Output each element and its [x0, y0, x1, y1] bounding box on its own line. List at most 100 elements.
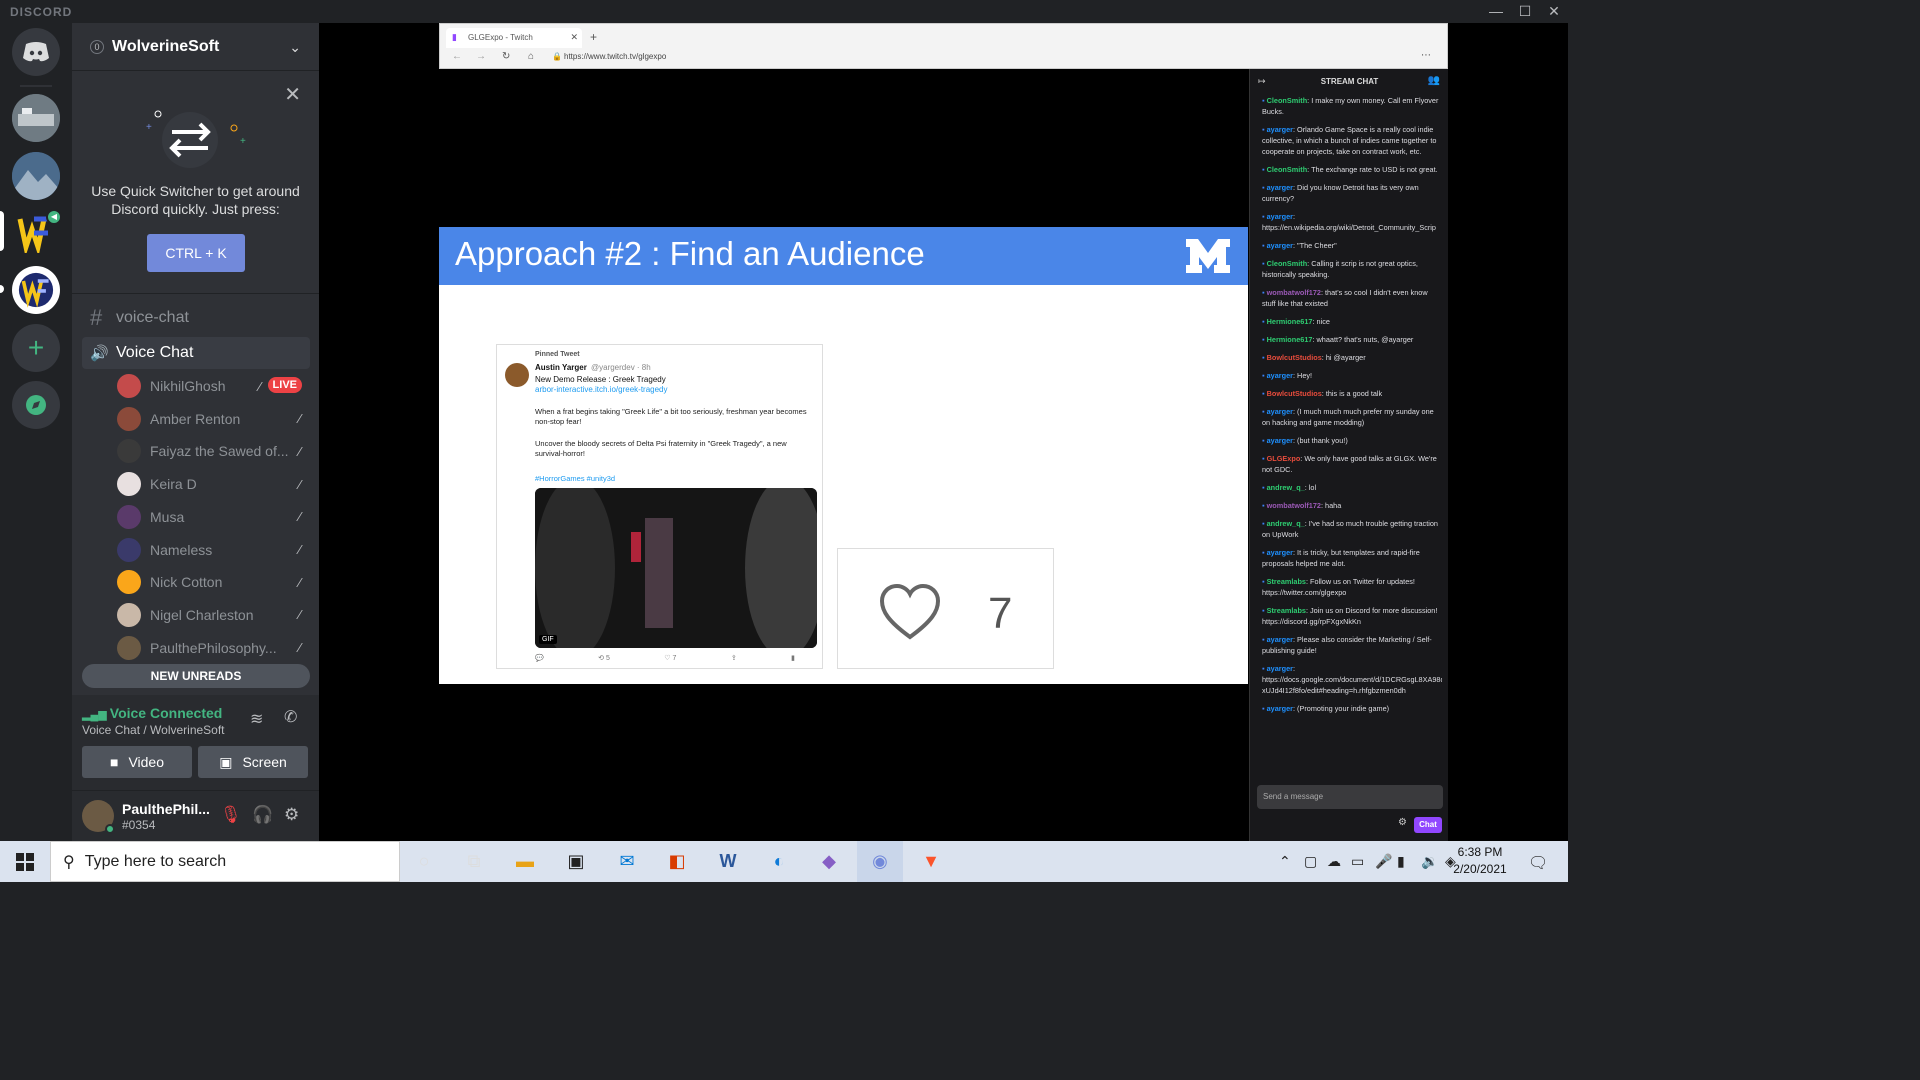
chat-username[interactable]: BowlcutStudios: [1267, 389, 1322, 398]
chat-username[interactable]: CleonSmith: [1267, 259, 1308, 268]
close-window-icon[interactable]: ✕: [1540, 2, 1568, 22]
word-icon[interactable]: W: [705, 841, 751, 882]
chat-username[interactable]: ayarger: [1267, 371, 1293, 380]
voice-user-row[interactable]: Nameless ⁄: [117, 535, 307, 565]
chat-username[interactable]: GLGExpo: [1267, 454, 1301, 463]
chat-username[interactable]: Streamlabs: [1267, 606, 1306, 615]
current-username[interactable]: PaulthePhil...: [122, 801, 210, 817]
network-icon[interactable]: ▭: [1351, 853, 1364, 870]
chat-message-list[interactable]: ▪ CleonSmith: I make my own money. Call …: [1262, 95, 1442, 787]
edge-icon[interactable]: ◐: [756, 841, 802, 882]
new-tab-icon[interactable]: +: [590, 30, 597, 44]
close-icon[interactable]: ✕: [284, 82, 301, 107]
server-list: ◀ +: [0, 23, 72, 841]
mail-icon[interactable]: ✉: [604, 841, 650, 882]
taskbar-clock[interactable]: 6:38 PM 2/20/2021: [1440, 844, 1520, 878]
battery-icon[interactable]: ▮: [1397, 853, 1405, 870]
tray-expand-icon[interactable]: ⌃: [1279, 853, 1291, 870]
video-button[interactable]: ■ Video: [82, 746, 192, 778]
browser-tab[interactable]: ▮ GLGExpo - Twitch ✕: [446, 28, 582, 48]
chat-username[interactable]: andrew_q_: [1267, 519, 1305, 528]
office-icon[interactable]: ◧: [654, 841, 700, 882]
volume-icon[interactable]: 🔉: [1421, 853, 1438, 870]
address-bar[interactable]: https://www.twitch.tv/glgexpo: [564, 52, 666, 61]
chat-username[interactable]: BowlcutStudios: [1267, 353, 1322, 362]
server-icon-wolverinesoft[interactable]: [12, 266, 60, 314]
server-icon-2[interactable]: [12, 152, 60, 200]
home-button[interactable]: [12, 28, 60, 76]
chat-username[interactable]: ayarger: [1267, 407, 1293, 416]
chat-username[interactable]: Streamlabs: [1267, 577, 1306, 586]
quick-switcher-shortcut-button[interactable]: CTRL + K: [147, 234, 245, 272]
screen-share-button[interactable]: ▣ Screen: [198, 746, 308, 778]
chat-username[interactable]: wombatwolf172: [1267, 501, 1321, 510]
discord-taskbar-icon[interactable]: ◉: [857, 841, 903, 882]
cortana-icon[interactable]: ○: [401, 841, 447, 882]
chat-username[interactable]: ayarger: [1267, 664, 1293, 673]
voice-connected-status[interactable]: ▂▄▆ Voice Connected: [82, 705, 222, 721]
file-explorer-icon[interactable]: ▬: [502, 841, 548, 882]
brave-icon[interactable]: ▼: [908, 841, 954, 882]
stream-view[interactable]: ▮ GLGExpo - Twitch ✕ + ← → ↻ ⌂ 🔒 https:/…: [319, 23, 1568, 841]
add-server-icon[interactable]: +: [12, 324, 60, 372]
users-icon[interactable]: 👥: [1428, 75, 1440, 86]
voice-user-row[interactable]: Musa ⁄: [117, 502, 307, 532]
disconnect-icon[interactable]: ✆: [284, 707, 297, 727]
channel-voice-chat-text[interactable]: # voice-chat: [82, 302, 310, 334]
home-icon[interactable]: ⌂: [528, 51, 534, 62]
store-icon[interactable]: ▣: [553, 841, 599, 882]
close-tab-icon[interactable]: ✕: [570, 32, 578, 43]
chat-send-button[interactable]: Chat: [1414, 817, 1442, 833]
mute-microphone-icon[interactable]: 🎙: [220, 805, 242, 825]
chat-username[interactable]: Hermione617: [1267, 335, 1313, 344]
chat-username[interactable]: Hermione617: [1267, 317, 1313, 326]
chat-username[interactable]: CleonSmith: [1267, 96, 1308, 105]
onedrive-icon[interactable]: ☁: [1327, 853, 1341, 870]
voice-channel-location[interactable]: Voice Chat / WolverineSoft: [82, 723, 225, 737]
voice-user-row[interactable]: Nigel Charleston ⁄: [117, 600, 307, 630]
chat-username[interactable]: CleonSmith: [1267, 165, 1308, 174]
voice-user-row[interactable]: Keira D ⁄: [117, 469, 307, 499]
chevron-down-icon[interactable]: ⌄: [289, 39, 301, 56]
minimize-icon[interactable]: —: [1482, 2, 1510, 22]
chat-username[interactable]: ayarger: [1267, 548, 1293, 557]
explore-servers-icon[interactable]: [12, 381, 60, 429]
chat-username[interactable]: andrew_q_: [1267, 483, 1305, 492]
noise-suppression-icon[interactable]: ≋: [250, 709, 263, 729]
server-header[interactable]: 0 WolverineSoft ⌄: [72, 23, 319, 71]
chat-settings-gear-icon[interactable]: ⚙: [1398, 817, 1407, 828]
reload-icon[interactable]: ↻: [502, 51, 510, 62]
microphone-icon[interactable]: 🎤: [1375, 853, 1392, 870]
chat-username[interactable]: ayarger: [1267, 436, 1293, 445]
start-button[interactable]: [0, 841, 50, 882]
task-view-icon[interactable]: ⧉: [451, 841, 497, 882]
voice-user-row[interactable]: Faiyaz the Sawed of... ⁄: [117, 436, 307, 466]
new-unreads-bar[interactable]: NEW UNREADS: [82, 664, 310, 688]
tray-device-icon[interactable]: ▢: [1304, 853, 1317, 870]
forward-icon[interactable]: →: [476, 51, 486, 62]
server-icon-1[interactable]: [12, 94, 60, 142]
voice-user-row[interactable]: Nick Cotton ⁄: [117, 567, 307, 597]
maximize-icon[interactable]: ☐: [1511, 2, 1539, 22]
gear-icon[interactable]: ⚙: [284, 805, 299, 825]
headphones-icon[interactable]: 🎧: [252, 805, 273, 825]
chat-username[interactable]: ayarger: [1267, 241, 1293, 250]
chat-message: ▪ CleonSmith: I make my own money. Call …: [1262, 95, 1442, 117]
chat-username[interactable]: ayarger: [1267, 212, 1293, 221]
chat-username[interactable]: ayarger: [1267, 704, 1293, 713]
voice-user-row[interactable]: NikhilGhosh ⁄ LIVE: [117, 371, 307, 401]
visual-studio-icon[interactable]: ◆: [806, 841, 852, 882]
chat-username[interactable]: ayarger: [1267, 125, 1293, 134]
chat-username[interactable]: wombatwolf172: [1267, 288, 1321, 297]
voice-user-row[interactable]: Amber Renton ⁄: [117, 404, 307, 434]
menu-dots-icon[interactable]: ⋯: [1421, 50, 1431, 61]
voice-user-row[interactable]: PaulthePhilosophy... ⁄: [117, 633, 307, 663]
taskbar-search[interactable]: ⚲ Type here to search: [50, 841, 400, 882]
chat-username[interactable]: ayarger: [1267, 635, 1293, 644]
chat-input[interactable]: Send a message: [1257, 785, 1443, 809]
chat-message: ▪ ayarger: (but thank you!): [1262, 435, 1442, 446]
back-icon[interactable]: ←: [452, 51, 462, 62]
chat-username[interactable]: ayarger: [1267, 183, 1293, 192]
channel-voice-chat[interactable]: 🔊 Voice Chat: [82, 337, 310, 369]
notifications-icon[interactable]: 🗨: [1528, 853, 1548, 873]
